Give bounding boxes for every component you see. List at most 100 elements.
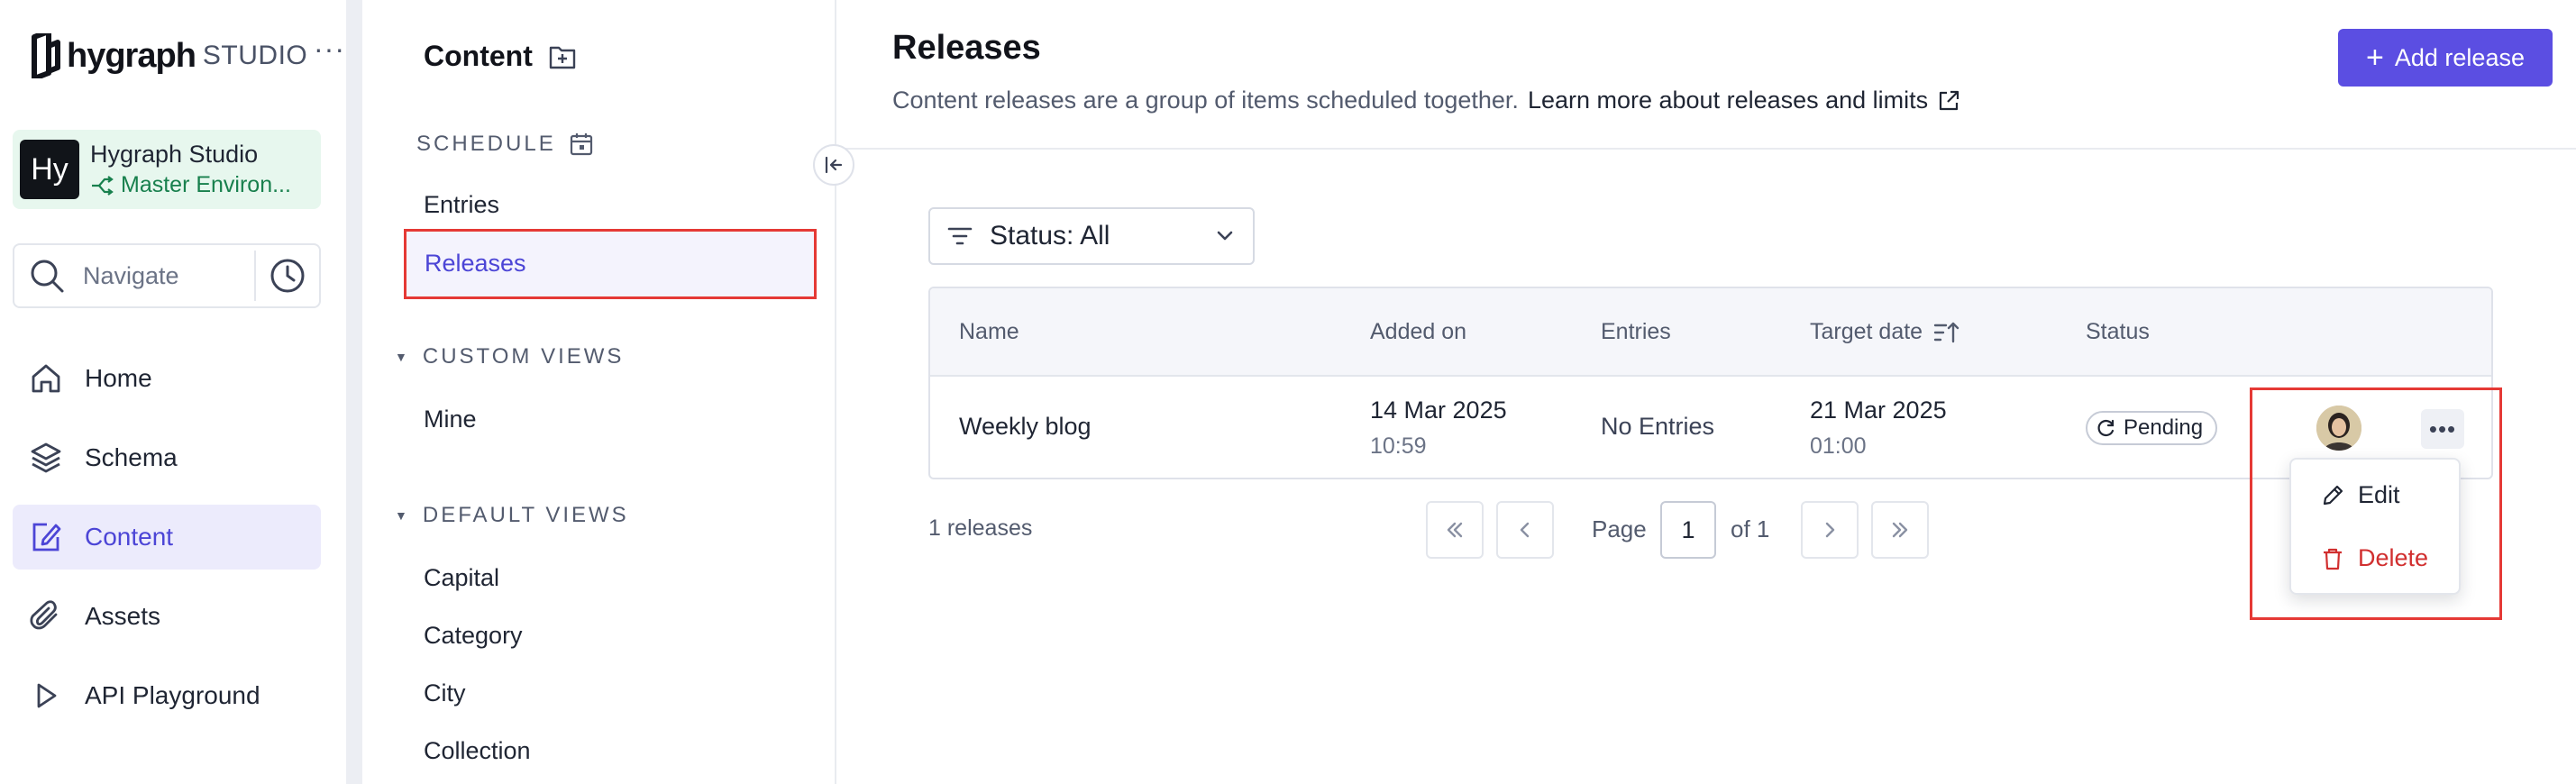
releases-count: 1 releases	[928, 515, 1033, 541]
target-date: 21 Mar 2025	[1810, 397, 1947, 424]
calendar-icon	[570, 133, 592, 156]
chevrons-left-icon	[1447, 522, 1463, 538]
chevrons-right-icon	[1892, 522, 1908, 538]
add-release-button[interactable]: + Add release	[2338, 29, 2553, 87]
nav-item-api-playground[interactable]: API Playground	[13, 663, 321, 728]
nav-item-home[interactable]: Home	[13, 346, 321, 411]
add-folder-icon[interactable]	[549, 44, 576, 69]
column-header-name[interactable]: Name	[959, 319, 1019, 345]
nav-item-label: Assets	[85, 602, 161, 630]
plus-icon: +	[2366, 41, 2384, 75]
column-header-entries[interactable]: Entries	[1601, 319, 1671, 345]
page-total: of 1	[1731, 515, 1770, 542]
sidebar-item-city[interactable]: City	[424, 679, 466, 707]
status-label: Pending	[2124, 415, 2204, 440]
nav-item-assets[interactable]: Assets	[13, 584, 321, 649]
status-filter-label: Status: All	[990, 221, 1110, 251]
layers-icon	[31, 442, 61, 473]
column-header-status[interactable]: Status	[2086, 319, 2150, 345]
chevron-left-icon	[1520, 522, 1530, 538]
nav-item-label: Content	[85, 523, 174, 551]
main-panel: Releases Content releases are a group of…	[838, 0, 2576, 784]
sidebar-item-mine[interactable]: Mine	[424, 406, 477, 433]
more-options-icon[interactable]: ···	[314, 34, 345, 63]
sidebar-item-collection[interactable]: Collection	[424, 737, 531, 765]
navigate-search[interactable]: Navigate	[13, 243, 321, 308]
left-navigation: hygraph STUDIO ··· Hy Hygraph Studio Mas…	[0, 0, 346, 784]
release-name[interactable]: Weekly blog	[959, 413, 1092, 441]
nav-item-content[interactable]: Content	[13, 505, 321, 570]
nav-item-label: Home	[85, 364, 152, 392]
content-sidebar: Content SCHEDULE Entries Releases ▼ CUST…	[362, 0, 836, 784]
menu-item-delete-label: Delete	[2358, 544, 2429, 571]
sidebar-scrollbar[interactable]	[346, 0, 362, 784]
page-description: Content releases are a group of items sc…	[892, 87, 1519, 114]
page-number-input[interactable]: 1	[1660, 501, 1716, 559]
edit-icon	[32, 523, 61, 552]
chevron-right-icon	[1825, 522, 1835, 538]
column-header-target-date-label: Target date	[1810, 319, 1923, 344]
last-page-button[interactable]	[1871, 501, 1929, 559]
chevron-down-icon	[1217, 231, 1233, 241]
hygraph-logo-icon	[32, 33, 60, 78]
brand-suffix: STUDIO	[202, 41, 308, 70]
caret-down-icon: ▼	[395, 508, 410, 523]
custom-views-heading[interactable]: ▼ CUSTOM VIEWS	[395, 344, 624, 369]
paperclip-icon	[30, 600, 58, 630]
entries-cell: No Entries	[1601, 413, 1715, 440]
schedule-heading-label: SCHEDULE	[416, 132, 556, 156]
sidebar-item-releases[interactable]: Releases	[404, 229, 817, 299]
menu-item-edit[interactable]: Edit	[2320, 481, 2400, 509]
pencil-icon	[2323, 485, 2343, 505]
sidebar-item-category[interactable]: Category	[424, 622, 523, 650]
page-header: Releases Content releases are a group of…	[838, 0, 2576, 150]
home-icon	[32, 364, 60, 393]
added-date: 14 Mar 2025	[1370, 397, 1507, 424]
project-avatar: Hy	[20, 140, 79, 199]
page-label: Page	[1592, 515, 1647, 542]
status-filter-select[interactable]: Status: All	[928, 207, 1255, 265]
environment-name: Master Environ...	[121, 172, 291, 197]
sidebar-item-releases-label: Releases	[425, 250, 526, 277]
target-time: 01:00	[1810, 433, 1867, 459]
added-on-cell: 14 Mar 2025 10:59	[1370, 397, 1507, 460]
add-release-label: Add release	[2394, 43, 2525, 71]
status-badge: Pending	[2086, 411, 2218, 445]
learn-more-link[interactable]: Learn more about releases and limits	[1528, 87, 1928, 114]
added-time: 10:59	[1370, 433, 1427, 459]
filter-icon	[947, 227, 973, 245]
column-header-added-on[interactable]: Added on	[1370, 319, 1466, 345]
sidebar-item-capital[interactable]: Capital	[424, 564, 499, 592]
sort-ascending-icon[interactable]	[1933, 320, 1960, 345]
nav-item-label: API Playground	[85, 681, 260, 709]
brand[interactable]: hygraph STUDIO	[27, 31, 307, 81]
sidebar-item-entries[interactable]: Entries	[424, 191, 499, 219]
trash-icon	[2324, 548, 2342, 570]
external-link-icon[interactable]	[1937, 89, 1960, 113]
content-sidebar-title: Content	[424, 40, 533, 72]
first-page-button[interactable]	[1426, 501, 1484, 559]
target-date-cell: 21 Mar 2025 01:00	[1810, 397, 1947, 460]
next-page-button[interactable]	[1801, 501, 1859, 559]
default-views-heading[interactable]: ▼ DEFAULT VIEWS	[395, 503, 629, 528]
collapse-sidebar-button[interactable]	[813, 144, 854, 186]
nav-item-label: Schema	[85, 443, 178, 471]
play-icon	[37, 683, 57, 708]
page-title: Releases	[892, 29, 1041, 67]
refresh-icon	[2097, 419, 2115, 437]
branch-icon	[92, 175, 114, 196]
project-switcher[interactable]: Hy Hygraph Studio Master Environ...	[13, 130, 321, 209]
navigate-label: Navigate	[83, 261, 179, 289]
collapse-left-icon	[825, 156, 843, 174]
default-views-heading-label: DEFAULT VIEWS	[422, 503, 629, 527]
brand-name: hygraph	[67, 36, 196, 75]
nav-item-schema[interactable]: Schema	[13, 425, 321, 490]
previous-page-button[interactable]	[1496, 501, 1554, 559]
project-name: Hygraph Studio	[90, 141, 259, 168]
search-icon	[31, 260, 64, 293]
menu-item-delete[interactable]: Delete	[2320, 544, 2428, 572]
menu-item-edit-label: Edit	[2358, 481, 2400, 508]
schedule-heading: SCHEDULE	[416, 132, 594, 157]
column-header-target-date[interactable]: Target date	[1810, 319, 1960, 345]
history-icon[interactable]	[269, 257, 306, 295]
